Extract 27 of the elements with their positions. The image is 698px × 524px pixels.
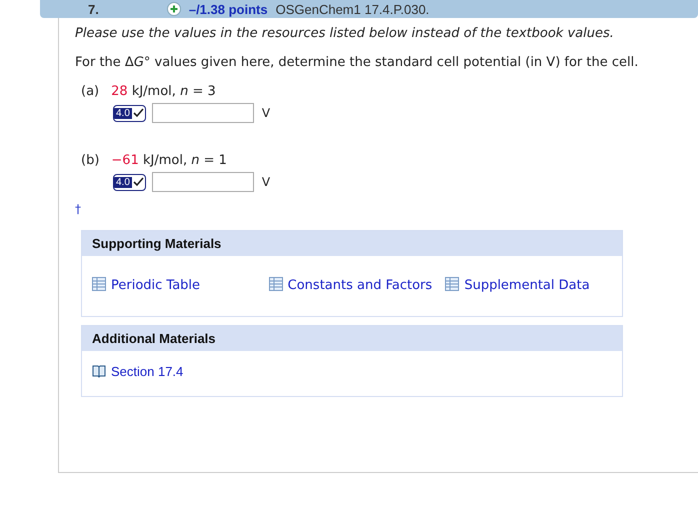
panel-title: Supporting Materials xyxy=(82,231,622,256)
table-icon xyxy=(268,277,283,291)
book-icon xyxy=(92,364,106,378)
unit-label: V xyxy=(262,106,270,120)
part-statement: −61 kJ/mol, n = 1 xyxy=(111,153,227,168)
table-icon xyxy=(92,277,106,291)
panel-title: Additional Materials xyxy=(82,326,622,351)
answer-field[interactable] xyxy=(152,103,254,123)
table-icon xyxy=(445,277,460,291)
part-statement: 28 kJ/mol, n = 3 xyxy=(111,84,216,99)
points-text: –/1.38 points xyxy=(188,2,268,16)
score-badge: 4.0 xyxy=(113,174,146,190)
unit-label: V xyxy=(262,175,270,189)
answer-field[interactable] xyxy=(152,172,254,192)
instruction-text: Please use the values in the resources listed below instead of the textbook values. xyxy=(75,26,615,41)
part-label: (b) xyxy=(81,153,100,168)
footnote-mark: † xyxy=(75,202,82,216)
part-label: (a) xyxy=(81,84,100,99)
question-code: OSGenChem1 17.4.P.030. xyxy=(276,2,430,16)
resource-link[interactable]: Supplemental Data xyxy=(445,278,590,293)
score-badge: 4.0 xyxy=(113,104,146,122)
question-text: For the ΔG° values given here, determine the standard cell potential (in V) for the cell. xyxy=(75,55,640,70)
resource-link[interactable]: Constants and Factors xyxy=(268,278,432,293)
expand-icon[interactable] xyxy=(166,2,181,16)
resource-link[interactable]: Periodic Table xyxy=(92,278,200,293)
resource-link[interactable]: Section 17.4 xyxy=(92,364,184,379)
question-number: 7. xyxy=(87,2,99,16)
